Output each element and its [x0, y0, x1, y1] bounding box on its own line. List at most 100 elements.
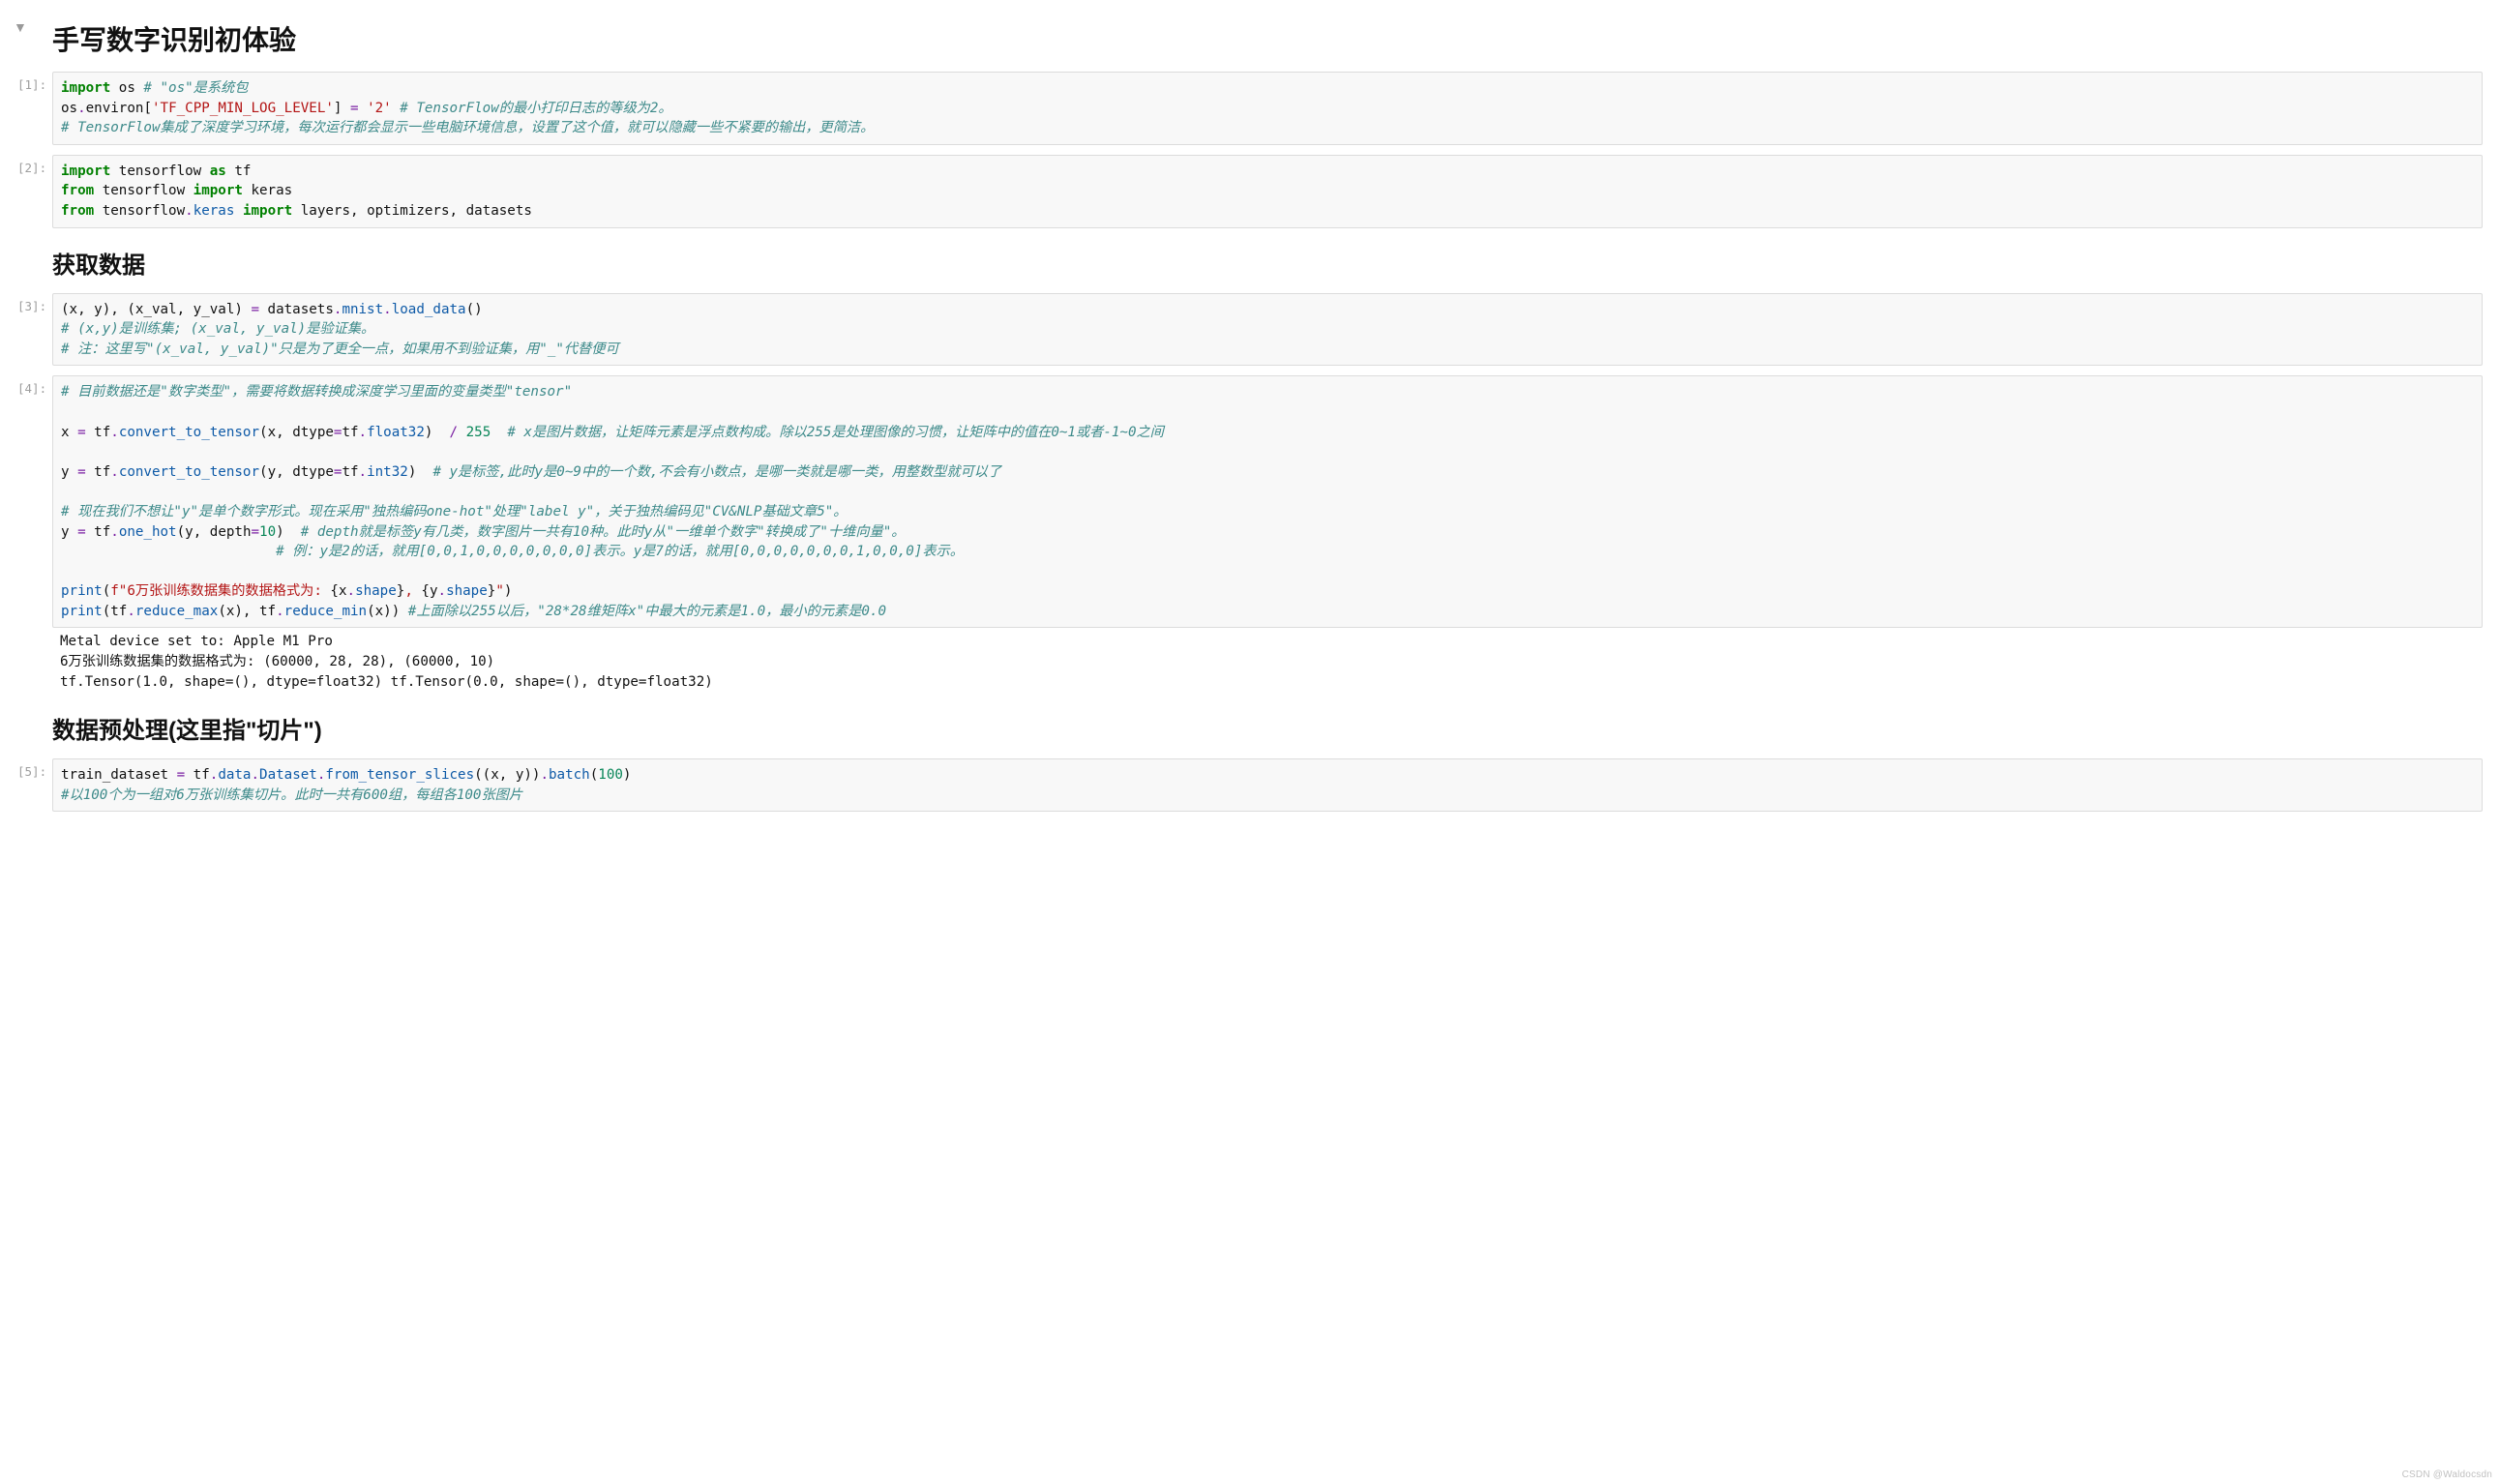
code-text: (x))	[367, 604, 408, 619]
prompt-2: [2]:	[17, 155, 52, 175]
keyword: from	[61, 203, 94, 219]
code-text: tf	[185, 767, 210, 783]
operator: /	[450, 425, 459, 440]
attr: int32	[367, 464, 408, 480]
code-text: (tf	[103, 604, 128, 619]
code-text: keras	[243, 183, 292, 198]
code-input-2[interactable]: import tensorflow as tf from tensorflow …	[52, 155, 2483, 228]
keyword: as	[210, 163, 226, 179]
collapse-toggle-icon[interactable]: ▼	[14, 19, 27, 35]
comment: # 例：y是2的话，就用[0,0,1,0,0,0,0,0,0,0]表示。y是7的…	[276, 544, 964, 559]
code-text: tf	[342, 464, 358, 480]
code-text: tensorflow	[94, 183, 193, 198]
code-text: ()	[466, 302, 483, 317]
code-text: tf	[86, 524, 111, 540]
code-input-5[interactable]: train_dataset = tf.data.Dataset.from_ten…	[52, 758, 2483, 812]
code-cell-2: [2]: import tensorflow as tf from tensor…	[17, 155, 2483, 228]
code-input-3[interactable]: (x, y), (x_val, y_val) = datasets.mnist.…	[52, 293, 2483, 367]
attr: mnist	[342, 302, 383, 317]
code-cell-5: [5]: train_dataset = tf.data.Dataset.fro…	[17, 758, 2483, 812]
code-text: tf	[86, 425, 111, 440]
code-text: y	[430, 583, 438, 599]
code-text: tensorflow	[94, 203, 185, 219]
operator: .	[347, 583, 356, 599]
number: 100	[598, 767, 623, 783]
operator: .	[185, 203, 193, 219]
prompt-1: [1]:	[17, 72, 52, 92]
section-title-data: 获取数据	[52, 246, 2483, 280]
code-text: (x), tf	[218, 604, 276, 619]
code-text: {	[330, 583, 339, 599]
builtin: print	[61, 583, 103, 599]
code-text: ((x, y))	[474, 767, 540, 783]
operator: .	[359, 464, 368, 480]
attr: shape	[446, 583, 488, 599]
comment: # 现在我们不想让"y"是单个数字形式。现在采用"独热编码one-hot"处理"…	[61, 504, 847, 519]
markdown-section-preprocess: 数据预处理(这里指"切片")	[52, 711, 2483, 745]
code-text: layers, optimizers, datasets	[292, 203, 532, 219]
code-text: y	[61, 524, 77, 540]
code-cell-4: [4]: # 目前数据还是"数字类型"，需要将数据转换成深度学习里面的变量类型"…	[17, 375, 2483, 694]
code-input-1[interactable]: import os # "os"是系统包 os.environ['TF_CPP_…	[52, 72, 2483, 145]
code-cell-1: [1]: import os # "os"是系统包 os.environ['TF…	[17, 72, 2483, 145]
prompt-5: [5]:	[17, 758, 52, 779]
code-text: {	[421, 583, 430, 599]
watermark: CSDN @Waldocsdn	[2402, 1469, 2492, 1480]
keyword: import	[193, 183, 243, 198]
comment: # y是标签,此时y是0~9中的一个数,不会有小数点，是哪一类就是哪一类，用整数…	[432, 464, 1001, 480]
attr: reduce_min	[284, 604, 367, 619]
code-text: )	[504, 583, 513, 599]
comment: # x是图片数据，让矩阵元素是浮点数构成。除以255是处理图像的习惯，让矩阵中的…	[507, 425, 1164, 440]
operator: =	[77, 425, 86, 440]
attr: reduce_max	[135, 604, 218, 619]
markdown-section-data: 获取数据	[52, 246, 2483, 280]
operator: .	[383, 302, 392, 317]
code-text	[234, 203, 243, 219]
attr: Dataset	[259, 767, 317, 783]
code-text: [	[143, 101, 152, 116]
operator: .	[540, 767, 549, 783]
attr: data	[218, 767, 251, 783]
operator: =	[350, 101, 359, 116]
operator: .	[77, 101, 86, 116]
attr: one_hot	[119, 524, 177, 540]
attr: convert_to_tensor	[119, 425, 259, 440]
builtin: print	[61, 604, 103, 619]
code-text: )	[408, 464, 433, 480]
keyword: from	[61, 183, 94, 198]
comment: #以100个为一组对6万张训练集切片。此时一共有600组，每组各100张图片	[61, 787, 522, 803]
code-text: ]	[334, 101, 350, 116]
code-text	[61, 544, 276, 559]
comment: # TensorFlow的最小打印日志的等级为2。	[400, 101, 671, 116]
string: ,	[404, 583, 421, 599]
markdown-title-cell: ▼ 手写数字识别初体验	[52, 19, 2483, 58]
number: 10	[259, 524, 276, 540]
string: "	[495, 583, 504, 599]
code-text: datasets	[259, 302, 334, 317]
code-text: )	[425, 425, 450, 440]
code-text: tf	[226, 163, 252, 179]
code-text: (	[590, 767, 599, 783]
code-text: os	[110, 80, 143, 96]
attr: load_data	[392, 302, 466, 317]
code-text	[359, 101, 368, 116]
code-input-4[interactable]: # 目前数据还是"数字类型"，需要将数据转换成深度学习里面的变量类型"tenso…	[52, 375, 2483, 628]
operator: =	[251, 524, 259, 540]
operator: .	[251, 767, 259, 783]
operator: .	[110, 524, 119, 540]
operator: =	[77, 464, 86, 480]
code-text: train_dataset	[61, 767, 177, 783]
code-text: (y, depth	[177, 524, 252, 540]
operator: =	[177, 767, 186, 783]
string: '2'	[367, 101, 392, 116]
keyword: import	[61, 80, 110, 96]
code-text: x	[61, 425, 77, 440]
code-text: tf	[342, 425, 358, 440]
operator: .	[276, 604, 284, 619]
comment: # TensorFlow集成了深度学习环境，每次运行都会显示一些电脑环境信息，设…	[61, 120, 874, 135]
notebook: ▼ 手写数字识别初体验 [1]: import os # "os"是系统包 os…	[17, 19, 2483, 812]
comment: # "os"是系统包	[143, 80, 248, 96]
string: 'TF_CPP_MIN_LOG_LEVEL'	[152, 101, 334, 116]
operator: .	[110, 464, 119, 480]
prompt-3: [3]:	[17, 293, 52, 313]
